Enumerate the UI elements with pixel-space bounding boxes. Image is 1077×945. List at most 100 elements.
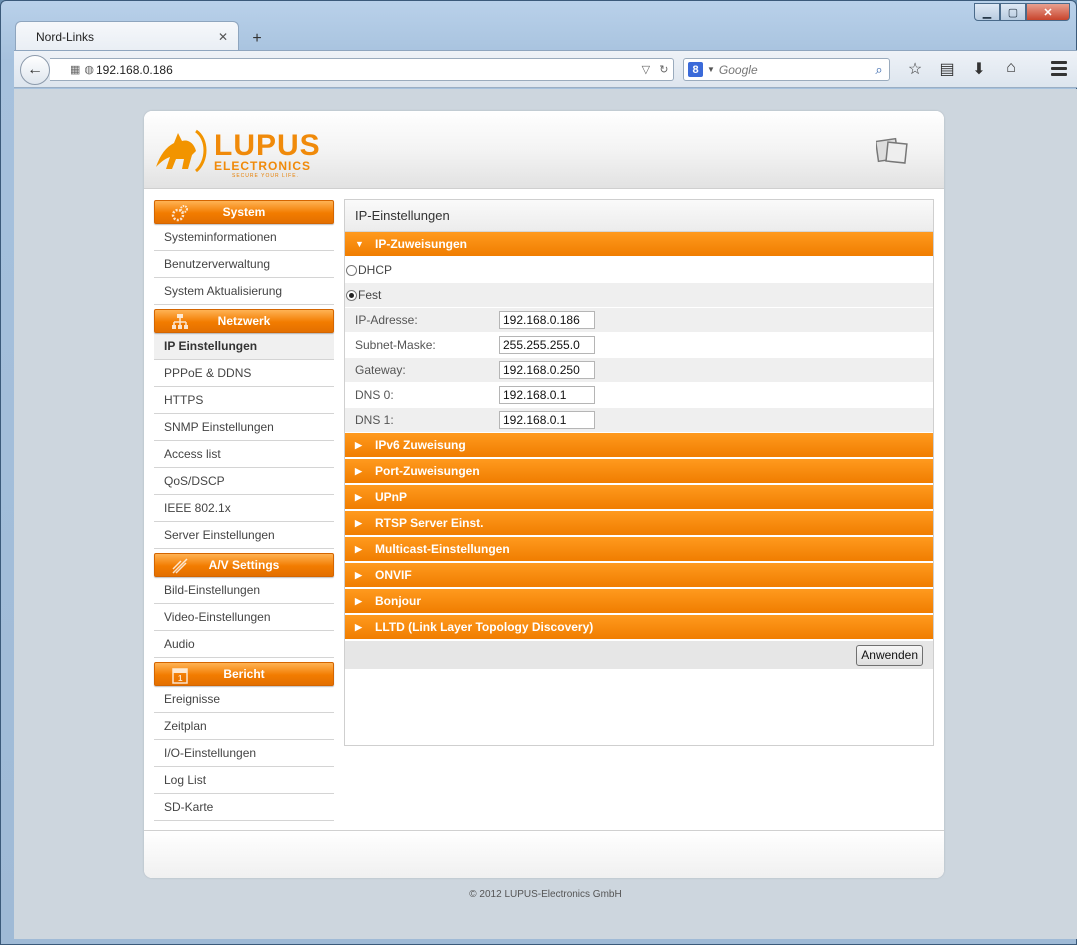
gears-icon <box>171 205 188 222</box>
section-rtsp-server-einst[interactable]: ▶ RTSP Server Einst. <box>345 511 933 536</box>
triangle-right-icon: ▶ <box>355 491 362 502</box>
sidebar-item-ieee-802-1x[interactable]: IEEE 802.1x <box>154 495 334 522</box>
sidebar-item-server-einstellungen[interactable]: Server Einstellungen <box>154 522 334 549</box>
sidebar-section-title: Bericht <box>223 667 265 681</box>
sidebar-item-qos-dscp[interactable]: QoS/DSCP <box>154 468 334 495</box>
sidebar-item-snmp-einstellungen[interactable]: SNMP Einstellungen <box>154 414 334 441</box>
sidebar-section-a-v-settings[interactable]: A/V Settings <box>154 553 334 577</box>
sidebar-section-netzwerk[interactable]: Netzwerk <box>154 309 334 333</box>
sidebar-item-systeminformationen[interactable]: Systeminformationen <box>154 224 334 251</box>
sidebar-section-bericht[interactable]: 1 Bericht <box>154 662 334 686</box>
download-icon[interactable]: ⬇ <box>963 59 995 79</box>
section-ipv6-zuweisung[interactable]: ▶ IPv6 Zuweisung <box>345 433 933 458</box>
google-icon[interactable]: 8 <box>688 62 703 77</box>
sidebar-item-bild-einstellungen[interactable]: Bild-Einstellungen <box>154 577 334 604</box>
field-row: Gateway: <box>345 358 933 383</box>
copyright: © 2012 LUPUS-Electronics GmbH <box>469 889 622 900</box>
section-title: Bonjour <box>375 594 421 608</box>
triangle-down-icon: ▼ <box>355 239 364 249</box>
sidebar-item-benutzerverwaltung[interactable]: Benutzerverwaltung <box>154 251 334 278</box>
live-view-icon[interactable] <box>876 137 908 165</box>
section-port-zuweisungen[interactable]: ▶ Port-Zuweisungen <box>345 459 933 484</box>
search-icon[interactable]: ⌕ <box>869 62 889 78</box>
minimize-button[interactable]: ▁ <box>974 3 1000 21</box>
browser-window: ▁ ▢ ✕ Nord-Links ✕ + ▦ ◍ 192.168.0.186 ▽… <box>0 0 1077 945</box>
sidebar-item-i-o-einstellungen[interactable]: I/O-Einstellungen <box>154 740 334 767</box>
sidebar-item-zeitplan[interactable]: Zeitplan <box>154 713 334 740</box>
sidebar-section-title: System <box>222 205 266 219</box>
sidebar-item-sd-karte[interactable]: SD-Karte <box>154 794 334 821</box>
sidebar-item-log-list[interactable]: Log List <box>154 767 334 794</box>
field-input-ip-adresse[interactable] <box>499 311 595 329</box>
section-multicast-einstellungen[interactable]: ▶ Multicast-Einstellungen <box>345 537 933 562</box>
triangle-right-icon: ▶ <box>355 595 362 606</box>
sidebar-item-pppoe-ddns[interactable]: PPPoE & DDNS <box>154 360 334 387</box>
menu-icon[interactable] <box>1051 61 1067 79</box>
fest-row: Fest <box>345 283 933 308</box>
fest-label: Fest <box>358 288 382 302</box>
dropdown-arrow-icon[interactable]: ▽ <box>642 63 650 76</box>
triangle-right-icon: ▶ <box>355 621 362 632</box>
section-title: IP-Zuweisungen <box>375 237 468 251</box>
section-upnp[interactable]: ▶ UPnP <box>345 485 933 510</box>
field-input-gateway[interactable] <box>499 361 595 379</box>
search-bar[interactable]: 8 ▼ Google ⌕ <box>683 58 890 81</box>
sidebar-item-system-aktualisierung[interactable]: System Aktualisierung <box>154 278 334 305</box>
url-bar[interactable]: ▦ ◍ 192.168.0.186 ▽ ↻ <box>50 58 674 81</box>
site-identity[interactable]: ▦ ◍ <box>50 59 96 80</box>
reload-icon[interactable]: ↻ <box>659 63 668 76</box>
engine-dropdown-icon[interactable]: ▼ <box>707 65 715 74</box>
search-input[interactable]: Google <box>719 63 869 77</box>
triangle-right-icon: ▶ <box>355 439 362 450</box>
sidebar-section-title: Netzwerk <box>217 314 271 328</box>
sidebar-item-https[interactable]: HTTPS <box>154 387 334 414</box>
sidebar-item-access-list[interactable]: Access list <box>154 441 334 468</box>
close-window-button[interactable]: ✕ <box>1026 3 1070 21</box>
wolf-logo-icon <box>156 129 207 173</box>
section-lltd-link-layer-topology-discovery[interactable]: ▶ LLTD (Link Layer Topology Discovery) <box>345 615 933 640</box>
page-header: LUPUS ELECTRONICS SECURE YOUR LIFE. <box>144 111 944 189</box>
new-tab-button[interactable]: + <box>243 27 271 51</box>
section-title: IPv6 Zuweisung <box>375 438 466 452</box>
field-label: IP-Adresse: <box>355 313 418 327</box>
field-input-subnet-maske[interactable] <box>499 336 595 354</box>
main-content: IP-Einstellungen ▼ IP-Zuweisungen DHCP F… <box>344 199 934 746</box>
tab-close-icon[interactable]: ✕ <box>218 30 228 44</box>
svg-text:1: 1 <box>178 674 183 683</box>
url-text[interactable]: 192.168.0.186 <box>96 63 637 77</box>
bookmarks-list-icon[interactable]: ▤ <box>931 59 963 79</box>
bookmark-star-icon[interactable]: ☆ <box>899 59 931 79</box>
page-footer <box>144 830 944 878</box>
triangle-right-icon: ▶ <box>355 543 362 554</box>
apply-button[interactable]: Anwenden <box>856 644 923 666</box>
lupus-logo: LUPUS ELECTRONICS SECURE YOUR LIFE. <box>152 125 336 179</box>
sidebar-item-audio[interactable]: Audio <box>154 631 334 658</box>
home-icon[interactable]: ⌂ <box>995 59 1027 79</box>
maximize-button[interactable]: ▢ <box>1000 3 1026 21</box>
sidebar-section-system[interactable]: System <box>154 200 334 224</box>
field-label: DNS 1: <box>355 413 394 427</box>
camera-web-ui: LUPUS ELECTRONICS SECURE YOUR LIFE. Syst… <box>144 111 944 878</box>
section-title: RTSP Server Einst. <box>375 516 484 530</box>
logo-tagline: SECURE YOUR LIFE. <box>232 173 299 179</box>
dhcp-radio[interactable] <box>346 264 357 276</box>
field-input-dns-0[interactable] <box>499 386 595 404</box>
button-bar: Anwenden <box>345 641 933 669</box>
sidebar-item-ip-einstellungen[interactable]: IP Einstellungen <box>154 333 334 360</box>
section-onvif[interactable]: ▶ ONVIF <box>345 563 933 588</box>
fest-radio[interactable] <box>346 289 357 301</box>
triangle-right-icon: ▶ <box>355 569 362 580</box>
triangle-right-icon: ▶ <box>355 465 362 476</box>
section-title: UPnP <box>375 490 408 504</box>
sidebar-item-video-einstellungen[interactable]: Video-Einstellungen <box>154 604 334 631</box>
sidebar-item-ereignisse[interactable]: Ereignisse <box>154 686 334 713</box>
sidebar-section-title: A/V Settings <box>208 558 280 572</box>
section-ip-zuweisungen[interactable]: ▼ IP-Zuweisungen <box>345 232 933 257</box>
field-input-dns-1[interactable] <box>499 411 595 429</box>
section-bonjour[interactable]: ▶ Bonjour <box>345 589 933 614</box>
back-button[interactable]: ← <box>20 55 50 85</box>
browser-tab[interactable]: Nord-Links ✕ <box>15 21 239 51</box>
triangle-right-icon: ▶ <box>355 517 362 528</box>
section-title: Port-Zuweisungen <box>375 464 480 478</box>
